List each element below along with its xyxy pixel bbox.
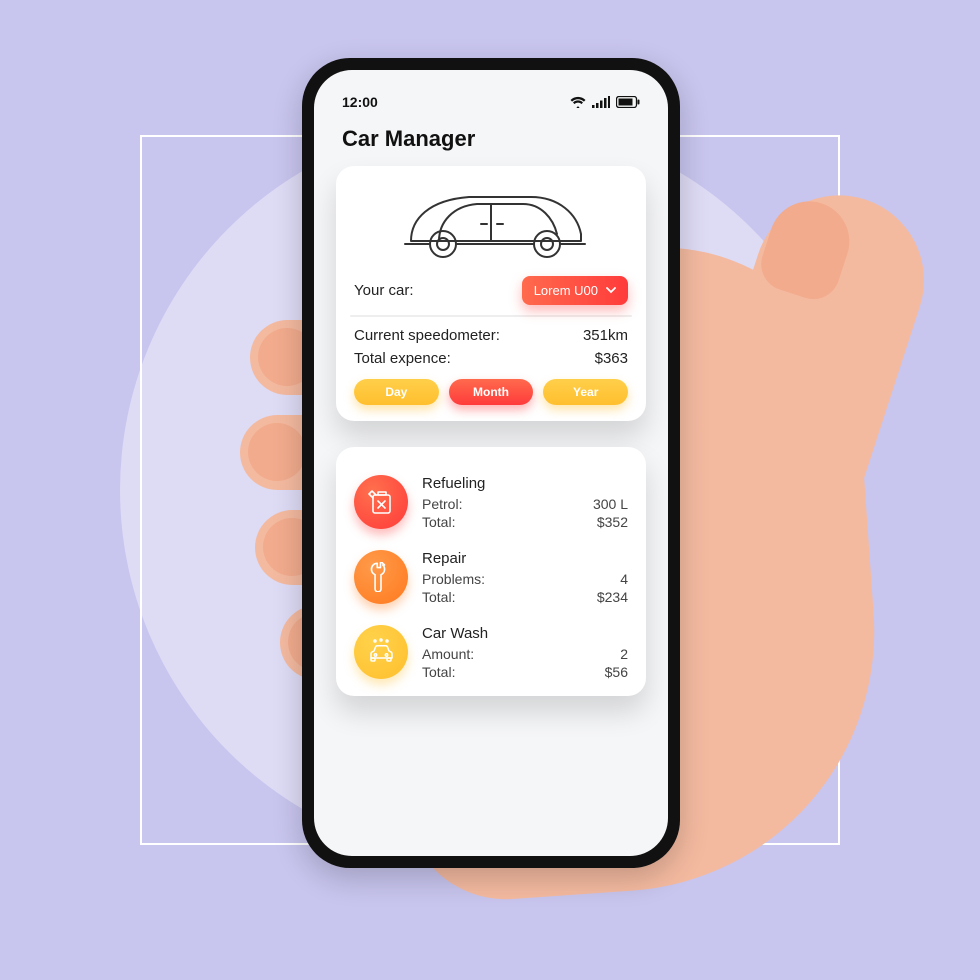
car-wash-icon — [354, 625, 408, 679]
category-title: Car Wash — [422, 625, 628, 642]
car-summary-card: Your car: Lorem U00 Current speedometer:… — [336, 166, 646, 421]
fuel-can-icon — [354, 475, 408, 529]
repair-problems-value: 4 — [620, 571, 628, 587]
refueling-total-value: $352 — [597, 514, 628, 530]
car-select-dropdown[interactable]: Lorem U00 — [522, 276, 628, 305]
repair-total-value: $234 — [597, 589, 628, 605]
category-repair[interactable]: Repair Problems: 4 Total: $234 — [354, 550, 628, 607]
repair-total-label: Total: — [422, 589, 455, 605]
period-month-button[interactable]: Month — [449, 379, 534, 405]
carwash-total-value: $56 — [605, 664, 628, 680]
wrench-icon — [354, 550, 408, 604]
status-bar: 12:00 — [336, 90, 646, 124]
refueling-petrol-value: 300 L — [593, 496, 628, 512]
app-screen: 12:00 Car Manager — [314, 70, 668, 856]
category-title: Repair — [422, 550, 628, 567]
battery-icon — [616, 96, 640, 108]
wifi-icon — [570, 96, 586, 108]
status-time: 12:00 — [342, 94, 378, 110]
car-select-value: Lorem U00 — [534, 283, 598, 298]
carwash-total-label: Total: — [422, 664, 455, 680]
category-title: Refueling — [422, 475, 628, 492]
speedometer-value: 351km — [583, 327, 628, 344]
signal-icon — [592, 96, 610, 108]
categories-card: Refueling Petrol: 300 L Total: $352 Repair… — [336, 447, 646, 696]
carwash-amount-value: 2 — [620, 646, 628, 662]
chevron-down-icon — [606, 287, 616, 294]
expense-label: Total expence: — [354, 350, 451, 367]
divider — [350, 315, 632, 317]
repair-problems-label: Problems: — [422, 571, 485, 587]
period-year-button[interactable]: Year — [543, 379, 628, 405]
carwash-amount-label: Amount: — [422, 646, 474, 662]
your-car-label: Your car: — [354, 282, 413, 299]
car-icon — [354, 184, 628, 262]
category-carwash[interactable]: Car Wash Amount: 2 Total: $56 — [354, 625, 628, 682]
expense-value: $363 — [595, 350, 628, 367]
speedometer-label: Current speedometer: — [354, 327, 500, 344]
page-title: Car Manager — [336, 124, 646, 166]
category-refueling[interactable]: Refueling Petrol: 300 L Total: $352 — [354, 475, 628, 532]
period-day-button[interactable]: Day — [354, 379, 439, 405]
refueling-total-label: Total: — [422, 514, 455, 530]
refueling-petrol-label: Petrol: — [422, 496, 462, 512]
phone-frame: 12:00 Car Manager — [302, 58, 680, 868]
